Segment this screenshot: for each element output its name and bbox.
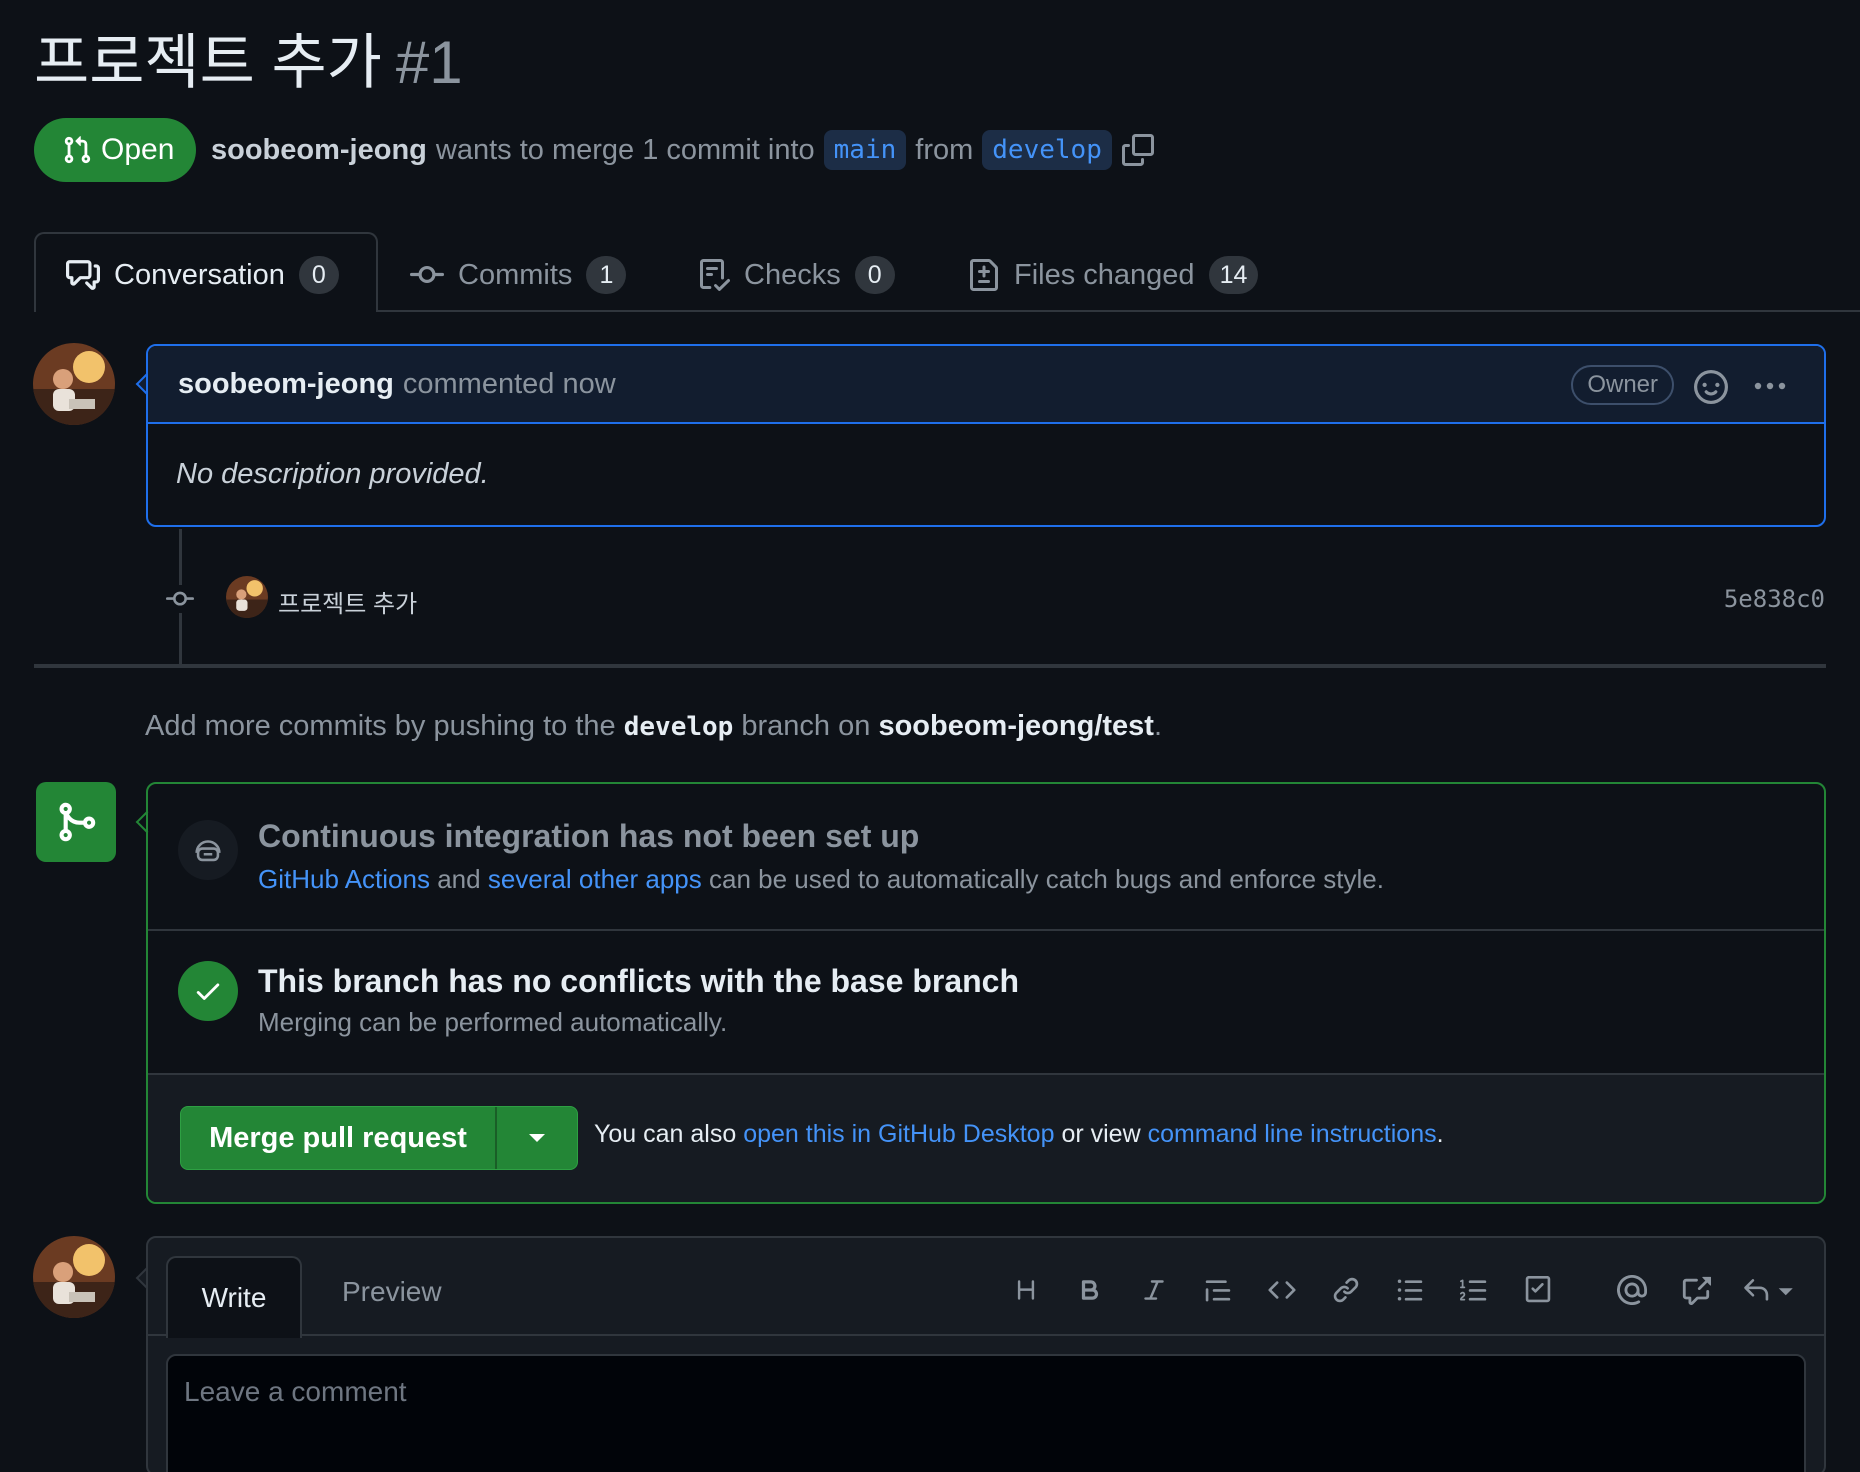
ci-title: Continuous integration has not been set … <box>258 818 920 854</box>
avatar[interactable] <box>33 1236 115 1318</box>
triangle-down-icon <box>528 1133 546 1143</box>
bold-icon[interactable] <box>1072 1272 1108 1308</box>
comment-textarea[interactable]: Leave a comment <box>166 1354 1806 1472</box>
comment-placeholder: Leave a comment <box>184 1376 407 1407</box>
comment-composer: Write Preview Leave a comment <box>146 1236 1826 1472</box>
push-hint-suffix: . <box>1153 710 1163 742</box>
smiley-icon[interactable] <box>1694 370 1728 404</box>
pr-title: 프로젝트 추가 #1 <box>34 18 463 108</box>
git-pull-request-icon <box>62 135 92 165</box>
tab-counter: 0 <box>298 256 339 294</box>
pr-from-text: from <box>915 133 974 166</box>
tab-counter: 1 <box>586 256 627 294</box>
tab-label: Commits <box>458 258 573 291</box>
copy-icon[interactable] <box>1121 134 1154 166</box>
merge-method-dropdown[interactable] <box>497 1107 577 1169</box>
comment-author-link[interactable]: soobeom-jeong <box>178 368 394 401</box>
base-branch-label[interactable]: main <box>823 130 907 170</box>
mention-icon[interactable] <box>1614 1272 1650 1308</box>
checklist-icon <box>698 259 730 291</box>
timeline-divider <box>34 664 1826 668</box>
git-commit-icon <box>410 258 444 292</box>
push-hint-branch: develop <box>623 712 734 742</box>
pr-state-label: Open <box>101 133 175 166</box>
pr-number: #1 <box>395 29 463 96</box>
github-actions-link[interactable]: GitHub Actions <box>258 864 430 894</box>
merge-button-group: Merge pull request <box>180 1106 578 1170</box>
commit-sha-link[interactable]: 5e838c0 <box>1724 585 1825 613</box>
code-icon[interactable] <box>1264 1272 1300 1308</box>
tab-counter: 0 <box>854 256 895 294</box>
kebab-horizontal-icon[interactable] <box>1752 380 1788 392</box>
bulleted-list-icon[interactable] <box>1392 1272 1428 1308</box>
github-desktop-link[interactable]: open this in GitHub Desktop <box>743 1120 1054 1148</box>
command-line-instructions-link[interactable]: command line instructions <box>1148 1120 1437 1148</box>
avatar[interactable] <box>33 343 115 425</box>
pr-title-text: 프로젝트 추가 <box>34 29 382 96</box>
comment-discussion-icon <box>66 258 100 292</box>
comment-action: commented now <box>402 367 616 400</box>
pr-meta: soobeom-jeong wants to merge 1 commit in… <box>211 125 1154 175</box>
ci-rest-text: can be used to automatically catch bugs … <box>708 864 1384 894</box>
italic-icon[interactable] <box>1136 1272 1172 1308</box>
git-merge-icon <box>36 782 116 862</box>
tab-label: Checks <box>744 258 841 291</box>
comment-body: No description provided. <box>176 458 489 490</box>
ci-and-text: and <box>437 864 481 894</box>
push-hint-middle: branch on <box>741 710 871 742</box>
saved-replies-icon[interactable] <box>1742 1272 1798 1308</box>
quote-icon[interactable] <box>1200 1272 1236 1308</box>
pr-author-link[interactable]: soobeom-jeong <box>211 134 427 167</box>
owner-badge: Owner <box>1571 365 1674 405</box>
commit-author-avatar[interactable] <box>226 576 268 618</box>
merge-hint-prefix: You can also <box>594 1120 737 1148</box>
tab-checks[interactable]: Checks 0 <box>698 248 895 302</box>
pr-merge-text: wants to merge 1 commit into <box>435 133 815 166</box>
push-hint-repo-link[interactable]: soobeom-jeong/test <box>878 710 1154 742</box>
conflicts-title: This branch has no conflicts with the ba… <box>258 963 1020 999</box>
workflow-icon <box>178 820 238 880</box>
cross-reference-icon[interactable] <box>1678 1272 1714 1308</box>
merge-hint-middle: or view <box>1061 1120 1141 1148</box>
head-branch-label[interactable]: develop <box>982 130 1112 170</box>
merge-hint: You can also open this in GitHub Desktop… <box>594 1120 1444 1149</box>
merge-box: Continuous integration has not been set … <box>146 782 1826 1204</box>
numbered-list-icon[interactable] <box>1456 1272 1492 1308</box>
task-list-icon[interactable] <box>1520 1272 1556 1308</box>
push-hint: Add more commits by pushing to the devel… <box>145 710 1162 743</box>
conflicts-subtitle: Merging can be performed automatically. <box>258 1007 728 1037</box>
tab-label: Conversation <box>114 258 285 291</box>
tab-files-changed[interactable]: Files changed 14 <box>968 248 1259 302</box>
pr-state-badge: Open <box>34 118 196 182</box>
ci-section: Continuous integration has not been set … <box>148 784 1824 929</box>
tab-conversation[interactable]: Conversation 0 <box>66 248 339 302</box>
check-circle-icon <box>178 961 238 1021</box>
link-icon[interactable] <box>1328 1272 1364 1308</box>
file-diff-icon <box>968 259 1000 291</box>
comment-box: soobeom-jeong commented now Owner No des… <box>146 344 1826 527</box>
comment-header: soobeom-jeong commented now Owner <box>148 346 1824 424</box>
git-commit-icon <box>162 585 198 613</box>
ci-description: GitHub Actions and several other apps ca… <box>258 864 1384 895</box>
tab-preview[interactable]: Preview <box>342 1276 442 1308</box>
conflicts-section: This branch has no conflicts with the ba… <box>148 931 1824 1073</box>
tab-counter: 14 <box>1208 256 1259 294</box>
tab-write[interactable]: Write <box>166 1256 302 1338</box>
merge-hint-suffix: . <box>1436 1120 1444 1148</box>
tab-commits[interactable]: Commits 1 <box>410 248 627 302</box>
commit-message-link[interactable]: 프로젝트 추가 <box>278 584 417 619</box>
heading-icon[interactable] <box>1008 1272 1044 1308</box>
tab-label: Files changed <box>1014 258 1195 291</box>
other-apps-link[interactable]: several other apps <box>488 864 702 894</box>
push-hint-prefix: Add more commits by pushing to the <box>145 710 616 742</box>
merge-pull-request-button[interactable]: Merge pull request <box>181 1107 497 1169</box>
